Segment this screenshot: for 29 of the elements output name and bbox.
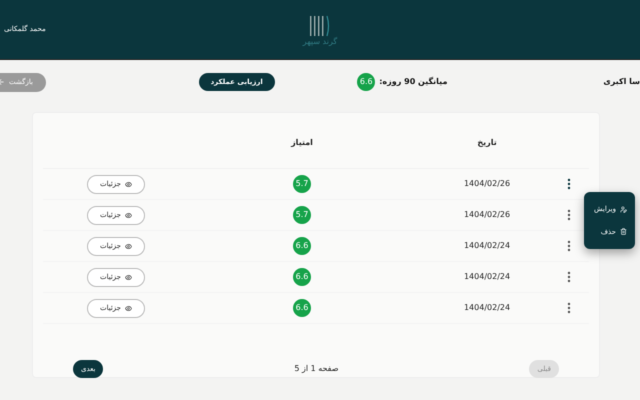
average-label: میانگین 90 روزه: xyxy=(379,76,448,88)
eye-icon xyxy=(125,242,132,250)
score-badge: 5.7 xyxy=(293,206,311,224)
column-header: تاریخ xyxy=(477,136,497,148)
eye-icon xyxy=(125,274,132,280)
eye-icon xyxy=(125,304,132,312)
score-badge: 5.7 xyxy=(293,175,311,193)
page-info: صفحه 1 از 5 xyxy=(294,363,339,375)
more-options-icon[interactable] xyxy=(567,302,571,314)
logo-text: گرند سپهر xyxy=(302,38,338,46)
date-cell: 1404/02/26 xyxy=(464,178,510,190)
date-cell: 1404/02/24 xyxy=(464,302,510,314)
trash-icon xyxy=(620,228,627,236)
date-cell: 1404/02/24 xyxy=(464,240,510,252)
date-cell: 1404/02/26 xyxy=(464,209,510,221)
eye-icon xyxy=(125,180,132,188)
user-edit-icon xyxy=(620,206,627,213)
score-badge: 6.6 xyxy=(293,299,311,317)
more-options-icon[interactable] xyxy=(567,178,571,190)
average-score: 6.6 xyxy=(357,73,376,91)
score-badge: 6.6 xyxy=(293,268,311,286)
more-options-icon[interactable] xyxy=(567,271,571,283)
date-cell: 1404/02/24 xyxy=(464,271,510,283)
eye-icon xyxy=(125,212,132,218)
score-badge: 6.6 xyxy=(293,237,311,255)
more-options-icon[interactable] xyxy=(567,240,571,252)
person-name: سا اکبری xyxy=(602,76,640,88)
column-header: امتیاز xyxy=(291,136,313,148)
more-options-icon[interactable] xyxy=(567,209,571,221)
